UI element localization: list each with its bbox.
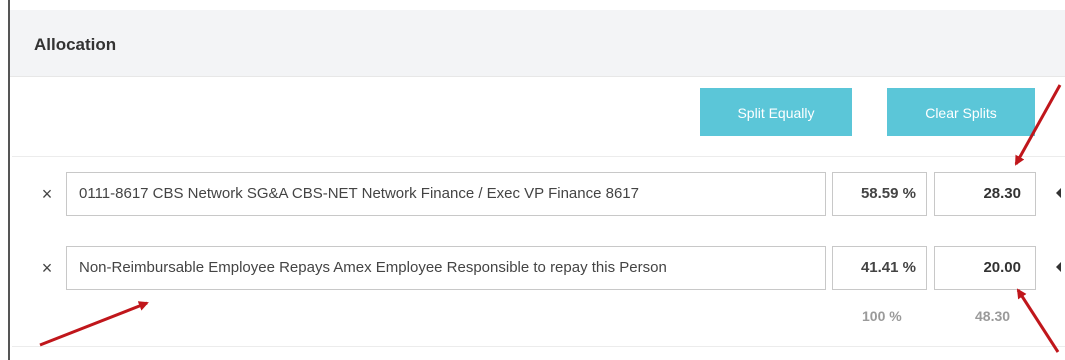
- percent-field[interactable]: 58.59 %: [832, 172, 927, 216]
- remove-icon[interactable]: ×: [40, 184, 54, 204]
- arrow-to-amount-bottom: [1016, 288, 1060, 353]
- amount-field[interactable]: 28.30: [934, 172, 1036, 216]
- arrow-to-account-field: [39, 301, 149, 347]
- allocation-row: × 0111-8617 CBS Network SG&A CBS-NET Net…: [10, 170, 1065, 222]
- allocation-row: × Non-Reimbursable Employee Repays Amex …: [10, 244, 1065, 296]
- split-equally-button[interactable]: Split Equally: [700, 88, 852, 136]
- allocation-header: Allocation: [10, 10, 1065, 77]
- divider: [12, 346, 1065, 347]
- clear-splits-button[interactable]: Clear Splits: [887, 88, 1035, 136]
- amount-field[interactable]: 20.00: [934, 246, 1036, 290]
- divider: [12, 156, 1065, 157]
- caret-left-icon[interactable]: [1056, 188, 1061, 198]
- total-percent: 100 %: [862, 308, 902, 324]
- section-title: Allocation: [34, 35, 117, 54]
- total-amount: 48.30: [975, 308, 1011, 324]
- caret-left-icon[interactable]: [1056, 262, 1061, 272]
- remove-icon[interactable]: ×: [40, 258, 54, 278]
- percent-field[interactable]: 41.41 %: [832, 246, 927, 290]
- account-field[interactable]: Non-Reimbursable Employee Repays Amex Em…: [66, 246, 826, 290]
- account-field[interactable]: 0111-8617 CBS Network SG&A CBS-NET Netwo…: [66, 172, 826, 216]
